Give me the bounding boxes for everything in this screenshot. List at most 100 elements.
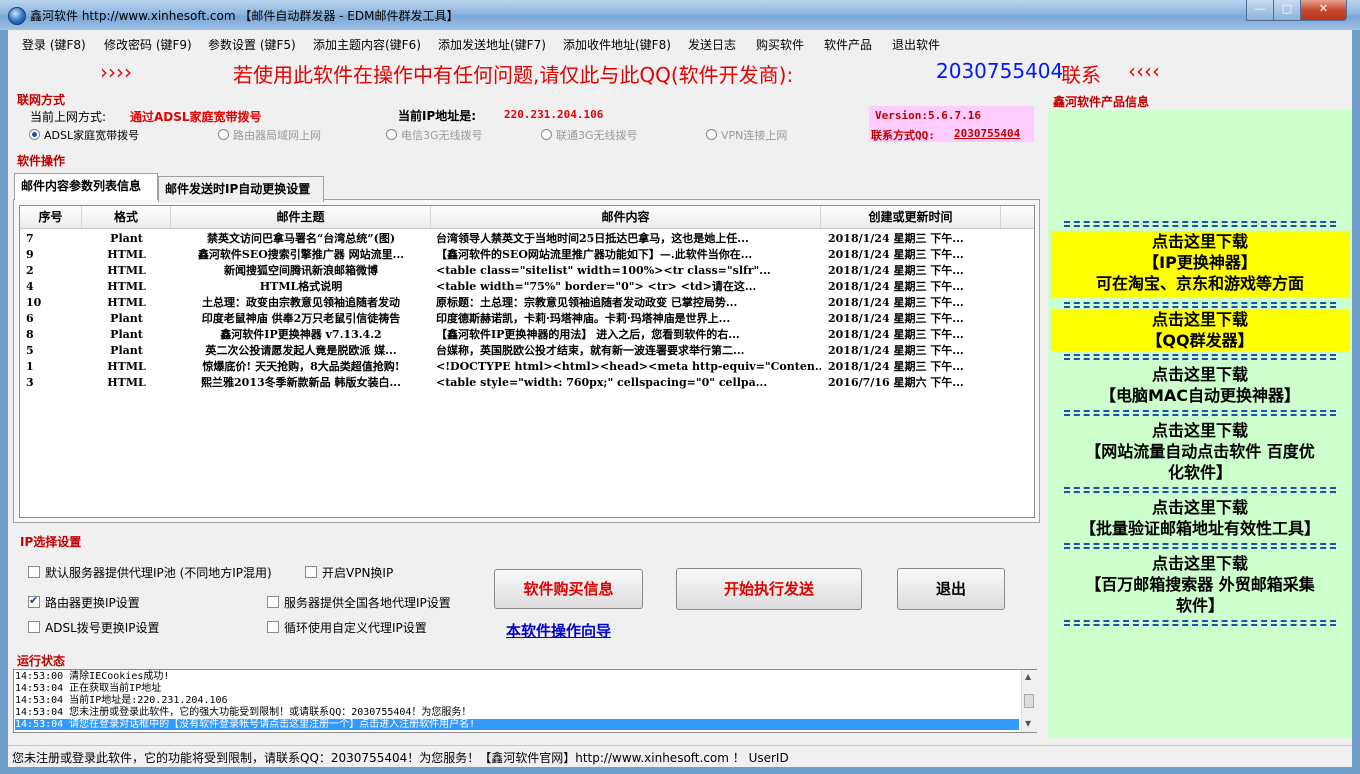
separator [1064,543,1336,549]
menu-login[interactable]: 登录 (键F8) [22,36,86,53]
status-text: 您未注册或登录此软件，它的功能将受到限制，请联系QQ：2030755404！为您… [12,751,789,765]
log-line: 14:53:04 您未注册或登录此软件，它的强大功能受到限制！或请联系QQ：20… [15,707,472,718]
close-button[interactable]: ✕ [1300,0,1347,21]
separator [1064,620,1336,626]
cell-content: <table style="width: 760px;" cellspacing… [436,376,768,389]
promo-ip-changer[interactable]: 点击这里下载 【IP更换神器】 可在淘宝、京东和游戏等方面 [1051,231,1349,297]
separator [1064,410,1336,416]
table-row[interactable]: 3 HTML 熙兰雅2013冬季新款新品 韩版女装白... <table style=… [20,375,1034,391]
promo-line: 【电脑MAC自动更换神器】 [1099,386,1301,405]
app-globe-icon [8,7,26,25]
maximize-button[interactable]: □ [1273,0,1301,21]
menu-exit[interactable]: 退出软件 [892,36,940,53]
promo-mac-changer[interactable]: 点击这里下载 【电脑MAC自动更换神器】 [1051,364,1349,406]
menu-bar: 登录 (键F8) 修改密码 (键F9) 参数设置 (键F5) 添加主题内容(键F… [8,32,1352,54]
promo-line: 【批量验证邮箱地址有效性工具】 [1079,519,1320,538]
col-content[interactable]: 邮件内容 [431,206,821,228]
cell-time: 2016/7/16 星期六 下午... [828,376,964,389]
radio-router-label: 路由器局域网上网 [233,129,321,142]
cell-time: 2018/1/24 星期三 下午... [828,280,964,293]
checkbox-vpn-switch[interactable] [305,566,317,578]
contact-qq-link[interactable]: 2030755404 [954,127,1020,140]
menu-add-subject[interactable]: 添加主题内容(键F6) [313,36,421,53]
radio-unicom-3g[interactable] [541,129,552,140]
tab-ip-auto-switch[interactable]: 邮件发送时IP自动更换设置 [158,176,324,202]
promo-traffic-clicker[interactable]: 点击这里下载 【网站流量自动点击软件 百度优 化软件】 [1051,420,1349,483]
cell-format: HTML [107,248,146,261]
exit-button[interactable]: 退出 [897,568,1005,610]
tab-mail-content-list[interactable]: 邮件内容参数列表信息 [14,173,158,200]
checkbox-router-switch[interactable] [28,594,40,608]
promo-email-searcher[interactable]: 点击这里下载 【百万邮箱搜索器 外贸邮箱采集 软件】 [1051,553,1349,616]
cell-subject: 鑫河软件IP更换神器 v7.13.4.2 [220,328,382,341]
minimize-button[interactable]: — [1246,0,1274,21]
table-row[interactable]: 5 Plant 英二次公投请愿发起人竟是脱欧派 媒... 台媒称，英国脱欧公投才结束，… [20,343,1034,359]
menu-products[interactable]: 软件产品 [824,36,872,53]
table-row[interactable]: 6 Plant 印度老鼠神庙 供奉2万只老鼠引信徒祷告 印度德斯赫诺凯，卡莉·玛塔神庙… [20,311,1034,327]
promo-line: 点击这里下载 [1151,310,1248,329]
menu-buy[interactable]: 购买软件 [756,36,804,53]
cell-subject: 新闻搜狐空间腾讯新浪邮箱微博 [224,264,378,277]
contact-qq-label: 联系方式QQ: [871,129,935,142]
menu-change-password[interactable]: 修改密码 (键F9) [104,36,192,53]
cell-content: 印度德斯赫诺凯，卡莉·玛塔神庙。卡莉·玛塔神庙是世界上... [436,312,731,325]
menu-add-recipient[interactable]: 添加收件地址(键F8) [563,36,671,53]
operation-guide-link[interactable]: 本软件操作向导 [506,620,611,641]
checkbox-national-proxy[interactable] [267,596,279,608]
checkbox-adsl-switch[interactable] [28,621,40,633]
checkbox-adsl-switch-label: ADSL拨号更换IP设置 [45,621,160,635]
banner-right-arrows: ‹‹‹‹ [1128,59,1160,83]
radio-telecom-3g-label: 电信3G无线拨号 [401,129,483,142]
table-row[interactable]: 1 HTML 惊爆底价! 天天抢购，8大品类超值抢购! <!DOCTYPE html>… [20,359,1034,375]
checkbox-national-proxy-label: 服务器提供全国各地代理IP设置 [284,596,451,610]
current-ip-label: 当前IP地址是: [398,109,477,123]
table-row[interactable]: 8 Plant 鑫河软件IP更换神器 v7.13.4.2 【鑫河软件IP更换神器的用法… [20,327,1034,343]
promo-qq-group-sender[interactable]: 点击这里下载 【QQ群发器】 [1051,309,1349,351]
cell-content: <table width="75%" border="0"> <tr> <td>… [436,280,757,293]
cell-id: 4 [26,280,34,293]
log-line: 14:53:04 正在获取当前IP地址 [15,683,162,694]
scroll-up-icon[interactable]: ▲ [1025,672,1031,681]
cell-content: 台湾领导人禁英文于当地时间25日抵达巴拿马，这也是她上任... [436,232,749,245]
cell-content: <!DOCTYPE html><html><head><meta http-eq… [436,360,821,373]
checkbox-custom-proxy-loop[interactable] [267,621,279,633]
table-row[interactable]: 10 HTML 土总理：政变由宗教意见领袖追随者发动 原标题：土总理：宗教意见领袖追随… [20,295,1034,311]
cell-id: 7 [26,232,34,245]
table-row[interactable]: 9 HTML 鑫河软件SEO搜索引擎推广器 网站流里... 【鑫河软件的SEO网站流里… [20,247,1034,263]
radio-adsl[interactable] [29,129,40,140]
log-line: 14:53:00 清除IECookies成功! [15,671,170,682]
log-scrollbar[interactable]: ▲ ▼ [1021,670,1037,732]
checkbox-default-proxy-pool-label: 默认服务器提供代理IP池 (不同地方IP混用) [45,566,272,580]
cell-id: 1 [26,360,34,373]
promo-line: 化软件】 [1167,463,1232,482]
menu-send-log[interactable]: 发送日志 [688,36,736,53]
start-send-button[interactable]: 开始执行发送 [676,568,862,610]
cell-format: Plant [110,312,143,325]
banner-left-arrows: ›››› [100,60,132,84]
radio-router[interactable] [218,129,229,140]
col-time[interactable]: 创建或更新时间 [821,206,1001,228]
menu-settings[interactable]: 参数设置 (键F5) [208,36,296,53]
scroll-thumb[interactable] [1024,694,1034,708]
radio-telecom-3g[interactable] [386,129,397,140]
version-box: Version:5.6.7.16 联系方式QQ: 2030755404 [869,106,1034,142]
col-id[interactable]: 序号 [20,206,82,228]
run-log[interactable]: 14:53:00 清除IECookies成功! 14:53:04 正在获取当前I… [13,669,1037,733]
col-format[interactable]: 格式 [82,206,171,228]
table-row[interactable]: 2 HTML 新闻搜狐空间腾讯新浪邮箱微博 <table class="sitelis… [20,263,1034,279]
buy-info-button[interactable]: 软件购买信息 [494,569,643,609]
cell-format: HTML [107,376,146,389]
cell-content: 【鑫河软件的SEO网站流里推广器功能如下】—.此软件当你在... [436,248,753,261]
promo-line: 【百万邮箱搜索器 外贸邮箱采集 [1085,575,1315,594]
scroll-down-icon[interactable]: ▼ [1025,719,1031,728]
table-row[interactable]: 7 Plant 禁英文访问巴拿马署名“台湾总统”(图) 台湾领导人禁英文于当地时间25… [20,231,1034,247]
version-text: Version:5.6.7.16 [875,109,981,122]
checkbox-default-proxy-pool[interactable] [28,566,40,578]
radio-vpn[interactable] [706,129,717,140]
promo-email-validator[interactable]: 点击这里下载 【批量验证邮箱地址有效性工具】 [1051,497,1349,539]
cell-id: 9 [26,248,34,261]
checkbox-router-switch-label: 路由器更换IP设置 [45,596,140,610]
table-row[interactable]: 4 HTML HTML格式说明 <table width="75%" border="… [20,279,1034,295]
menu-add-sender[interactable]: 添加发送地址(键F7) [438,36,546,53]
col-subject[interactable]: 邮件主题 [171,206,431,228]
